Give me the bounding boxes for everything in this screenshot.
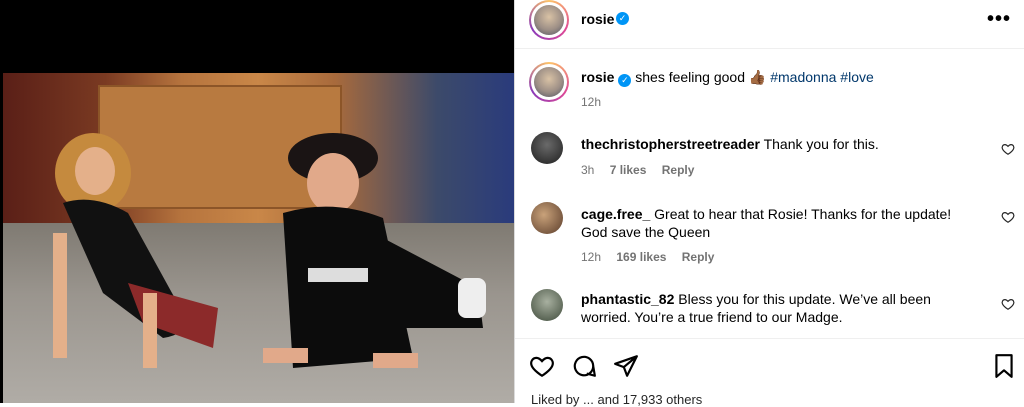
comment-likes[interactable]: 7 likes [610,163,647,177]
comment-icon[interactable] [571,353,597,379]
heart-icon[interactable] [529,353,555,379]
comment-body: cage.free_ Great to hear that Rosie! Tha… [581,205,971,241]
caption-avatar[interactable] [529,62,569,102]
comment-body: thechristopherstreetreader Thank you for… [581,135,971,153]
comment-like-icon[interactable] [1001,142,1015,156]
commenter-username[interactable]: cage.free_ [581,206,650,222]
comment-text: Thank you for this. [763,136,879,152]
comment-like-icon[interactable] [1001,297,1015,311]
share-icon[interactable] [613,353,639,379]
post-media[interactable] [0,0,514,403]
post-photo [3,73,514,403]
comment-like-icon[interactable] [1001,210,1015,224]
commenter-avatar[interactable] [531,132,563,164]
post-details-panel: rosie ✓ ••• rosie ✓ shes feeling good 👍🏾… [514,0,1024,407]
comment-time[interactable]: 3h [581,163,594,177]
caption-username[interactable]: rosie [581,69,614,85]
commenter-username[interactable]: phantastic_82 [581,291,674,307]
comment-likes[interactable]: 169 likes [616,250,666,264]
photo-figure-right [263,133,486,368]
hashtag-madonna[interactable]: #madonna [770,69,836,85]
commenter-username[interactable]: thechristopherstreetreader [581,136,760,152]
verified-badge-icon: ✓ [616,12,629,25]
liked-by-text[interactable]: Liked by ... and 17,933 others [531,392,702,407]
post-time[interactable]: 12h [581,95,601,109]
comment-body: phantastic_82 Bless you for this update.… [581,290,971,326]
bookmark-icon[interactable] [991,353,1017,379]
comment-meta: 3h 7 likes Reply [581,163,706,177]
post-action-bar [515,338,1024,389]
reply-button[interactable]: Reply [682,250,715,264]
reply-button[interactable]: Reply [662,163,695,177]
comment-time[interactable]: 12h [581,250,601,264]
more-options-icon[interactable]: ••• [987,8,1011,31]
commenter-avatar[interactable] [531,202,563,234]
post-caption: rosie ✓ shes feeling good 👍🏾 #madonna #l… [581,69,874,87]
verified-badge-icon: ✓ [618,74,632,87]
hashtag-love[interactable]: #love [840,69,873,85]
author-avatar[interactable] [529,0,569,40]
post-header: rosie ✓ ••• [515,0,1024,49]
caption-emoji: 👍🏾 [748,69,767,85]
caption-text: shes feeling good [635,69,746,85]
photo-figure-left [53,133,218,368]
author-username[interactable]: rosie [581,11,614,27]
comment-meta: 12h 169 likes Reply [581,250,726,264]
commenter-avatar[interactable] [531,289,563,321]
